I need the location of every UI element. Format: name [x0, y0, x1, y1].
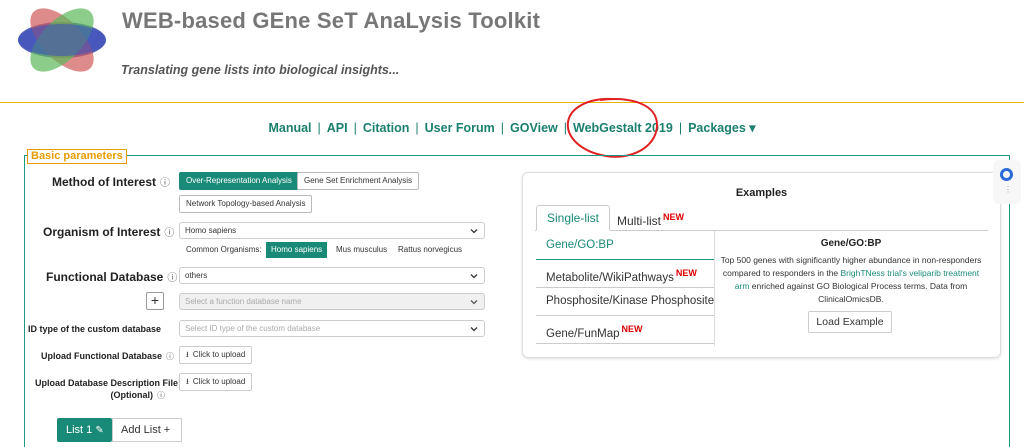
list-1-tab[interactable]: List 1 ✎: [57, 418, 112, 442]
list-1-label: List 1: [66, 424, 93, 436]
upload-description-label: Upload Database Description File (Option…: [35, 378, 179, 401]
new-badge: NEW: [675, 268, 697, 278]
organism-select-value: Homo sapiens: [185, 226, 237, 235]
example-item-metabolite-wikipathways[interactable]: Metabolite/WikiPathways NEW: [536, 260, 714, 288]
database-name-placeholder: Select a function database name: [185, 297, 302, 306]
example-detail-title: Gene/GO:BP: [820, 238, 882, 249]
organism-label: Organism of Interest ⓘ: [43, 224, 174, 239]
functional-database-label: Functional Database ⓘ: [46, 269, 177, 284]
example-item-gene-go-bp[interactable]: Gene/GO:BP: [536, 232, 714, 260]
question-circle-icon[interactable]: ⓘ: [157, 391, 165, 400]
app-subtitle: Translating gene lists into biological i…: [121, 63, 400, 77]
nav-separator: |: [415, 121, 419, 135]
chevron-down-icon: [470, 274, 478, 279]
upload-description-button-label: Click to upload: [192, 377, 246, 386]
examples-title: Examples: [735, 187, 788, 199]
nav-goview[interactable]: GOView: [510, 121, 558, 135]
example-item-label: Metabolite/WikiPathways: [546, 271, 674, 284]
functional-database-value: others: [185, 271, 208, 280]
tab-multi-list-label: Multi-list: [617, 214, 661, 228]
add-database-button[interactable]: +: [146, 292, 164, 310]
app-title: WEB-based GEne SeT AnaLysis Toolkit: [122, 8, 541, 33]
chevron-down-icon: [470, 229, 478, 234]
organism-mus-musculus-button[interactable]: Mus musculus: [331, 242, 392, 258]
nav-separator: |: [353, 121, 357, 135]
upload-icon: ⭳: [186, 350, 189, 359]
basic-parameters-legend: Basic parameters: [27, 149, 127, 164]
chevron-down-icon: [470, 300, 478, 305]
functional-database-label-text: Functional Database: [46, 270, 164, 284]
nav-api[interactable]: API: [327, 121, 348, 135]
functional-database-select[interactable]: others: [179, 267, 485, 284]
example-item-phosphosite-kinase[interactable]: Phosphosite/Kinase Phosphosite: [536, 288, 714, 316]
nav-separator: |: [317, 121, 321, 135]
nav-separator: |: [678, 121, 683, 135]
tab-single-list[interactable]: Single-list: [536, 205, 611, 231]
upload-database-label-text: Upload Functional Database: [41, 351, 163, 361]
floating-assistant-widget[interactable]: ⋮: [993, 160, 1021, 204]
example-item-label: Phosphosite/Kinase Phosphosite: [546, 295, 715, 307]
example-item-gene-funmap[interactable]: Gene/FunMap NEW: [536, 316, 714, 344]
example-detail-desc-text: enriched against GO Biological Process t…: [749, 281, 968, 304]
nav-webgestalt-2019[interactable]: WebGestalt 2019: [573, 121, 673, 135]
add-list-button[interactable]: Add List +: [112, 418, 182, 442]
custom-id-type-label: ID type of the custom database: [28, 324, 162, 334]
nav-user-forum[interactable]: User Forum: [425, 121, 495, 135]
tab-multi-list[interactable]: Multi-list NEW: [607, 205, 694, 231]
top-nav: Manual | API | Citation | User Forum | GOView | We…: [0, 120, 1024, 135]
nav-packages-dropdown[interactable]: Packages ▾: [688, 121, 755, 135]
organism-label-text: Organism of Interest: [43, 225, 161, 239]
header-divider: [0, 102, 1024, 103]
upload-icon: ⭳: [186, 377, 189, 386]
common-organisms-label: Common Organisms:: [186, 245, 262, 254]
new-badge: NEW: [621, 324, 643, 334]
question-circle-icon[interactable]: ⓘ: [164, 228, 174, 239]
pencil-icon: ✎: [95, 425, 104, 436]
new-badge: NEW: [663, 212, 684, 222]
chevron-down-icon: [470, 327, 478, 332]
upload-description-label-text: Upload Database Description File: [35, 378, 179, 388]
organism-rattus-norvegicus-button[interactable]: Rattus norvegicus: [393, 242, 467, 258]
custom-id-type-placeholder: Select ID type of the custom database: [185, 324, 321, 333]
question-circle-icon[interactable]: ⓘ: [167, 273, 177, 284]
organism-select[interactable]: Homo sapiens: [179, 222, 485, 239]
upload-database-label: Upload Functional Database ⓘ: [41, 351, 174, 362]
example-item-label: Gene/GO:BP: [546, 239, 614, 251]
upload-description-button[interactable]: ⭳ Click to upload: [179, 373, 253, 391]
question-circle-icon[interactable]: ⓘ: [166, 352, 174, 361]
upload-description-optional: (Optional): [110, 390, 154, 400]
example-item-label: Gene/FunMap: [546, 327, 620, 340]
drag-handle-icon[interactable]: ⋮: [1004, 186, 1012, 194]
database-name-select[interactable]: Select a function database name: [179, 293, 485, 310]
nav-separator: |: [500, 121, 505, 135]
load-example-button[interactable]: Load Example: [808, 311, 892, 333]
nav-separator: |: [563, 121, 568, 135]
upload-database-button-label: Click to upload: [192, 350, 246, 359]
organism-homo-sapiens-button[interactable]: Homo sapiens: [266, 242, 328, 258]
example-detail-description: Top 500 genes with significantly higher …: [718, 254, 984, 306]
assistant-ring-icon: [1000, 168, 1013, 181]
upload-database-button[interactable]: ⭳ Click to upload: [179, 346, 253, 364]
webgestalt-logo: [18, 8, 106, 72]
nav-manual[interactable]: Manual: [268, 121, 311, 135]
custom-id-type-select[interactable]: Select ID type of the custom database: [179, 320, 485, 337]
nav-citation[interactable]: Citation: [363, 121, 410, 135]
